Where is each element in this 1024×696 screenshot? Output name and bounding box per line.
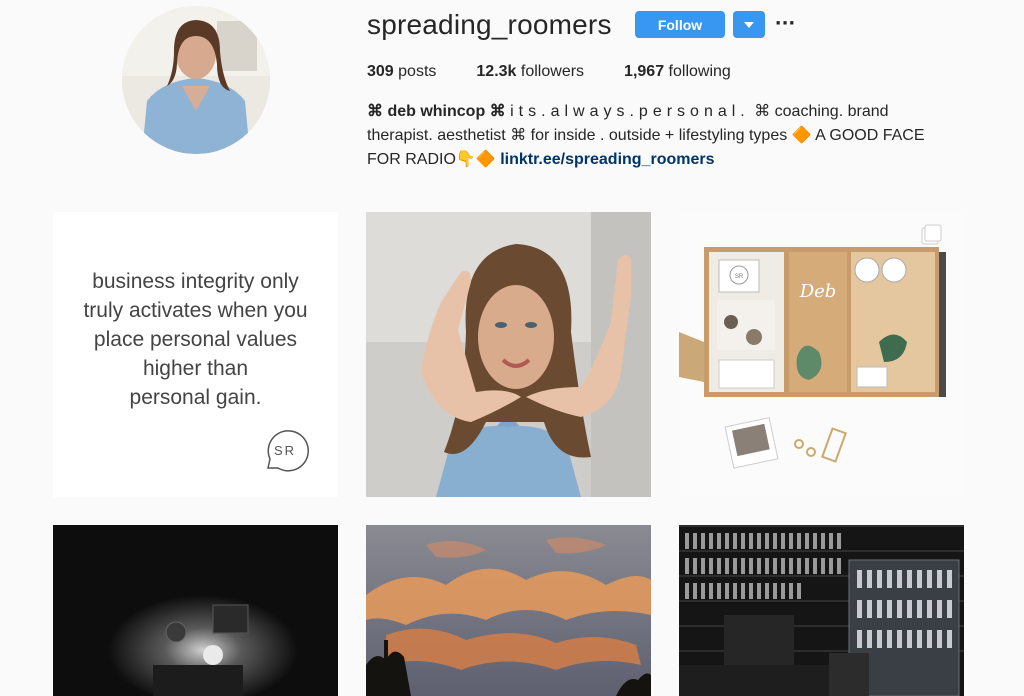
carousel-icon — [921, 224, 942, 245]
sr-logo-text: SR — [274, 443, 296, 458]
post-tile-dark-room[interactable] — [53, 525, 338, 696]
post-tile-desk-tray[interactable]: Deb SR — [679, 212, 964, 497]
post-tile-wine-shop[interactable] — [679, 525, 964, 696]
follow-button[interactable]: Follow — [635, 11, 725, 38]
posts-count-value: 309 — [367, 63, 394, 80]
portrait-image — [366, 212, 651, 497]
desk-tray-image: Deb SR — [679, 212, 964, 497]
following-count-label: following — [668, 63, 731, 80]
followers-count-value: 12.3k — [476, 63, 517, 80]
following-count-value: 1,967 — [624, 63, 665, 80]
post-tile-quote[interactable]: business integrity only truly activates … — [53, 212, 338, 497]
profile-stats: 309 posts 12.3k followers 1,967 followin… — [367, 63, 771, 81]
followers-count-label: followers — [520, 63, 585, 80]
post-tile-sunset[interactable] — [366, 525, 651, 696]
sr-logo-icon: SR — [267, 430, 309, 472]
posts-count-label: posts — [398, 63, 437, 80]
tray-stamp-text: SR — [735, 274, 744, 280]
quote-line: higher than — [142, 357, 249, 380]
quote-line: place personal values — [93, 328, 298, 351]
quote-line: personal gain. — [129, 386, 262, 409]
quote-line: truly activates when you — [83, 299, 308, 322]
sunset-sky-image — [366, 525, 651, 696]
followers-link[interactable]: 12.3k followers — [476, 63, 584, 81]
wine-shop-image — [679, 525, 964, 696]
chevron-down-icon — [744, 21, 754, 28]
profile-bio: ⌘ deb whincop ⌘ its.always.personal. ⌘ c… — [367, 100, 957, 172]
tray-label: Deb — [799, 281, 837, 302]
posts-count: 309 posts — [367, 63, 436, 81]
bio-name: ⌘ deb whincop ⌘ — [367, 103, 506, 120]
dark-room-image — [53, 525, 338, 696]
quote-line: business integrity only — [92, 270, 299, 293]
following-link[interactable]: 1,967 following — [624, 63, 731, 81]
bio-link[interactable]: linktr.ee/spreading_roomers — [500, 151, 714, 168]
profile-avatar[interactable] — [122, 6, 270, 154]
more-options-icon[interactable]: ··· — [774, 12, 796, 36]
post-quote-text: business integrity only truly activates … — [53, 267, 338, 412]
suggested-dropdown-button[interactable] — [733, 11, 765, 38]
post-tile-portrait[interactable] — [366, 212, 651, 497]
profile-username: spreading_roomers — [367, 9, 612, 40]
bio-tagline: its.always.personal. — [510, 103, 750, 120]
